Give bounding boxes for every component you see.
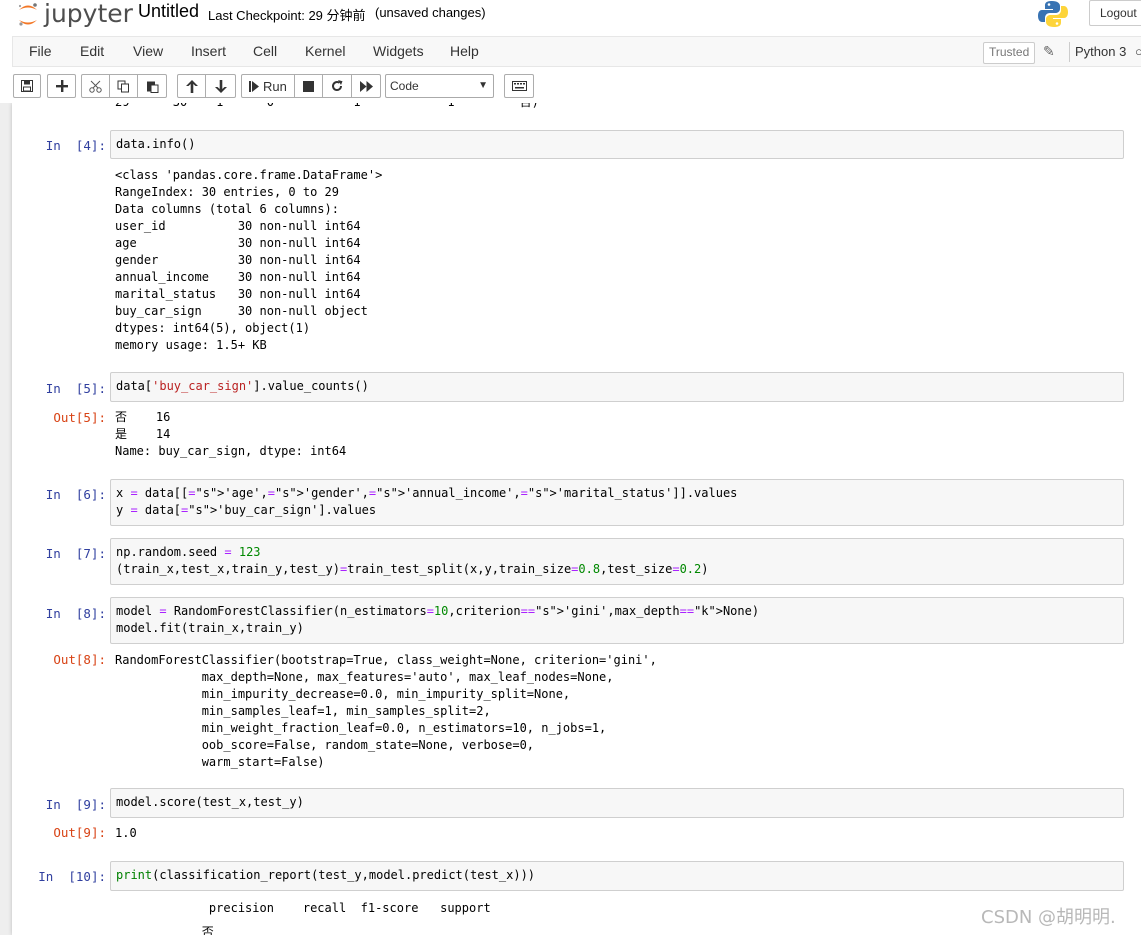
- menu-edit[interactable]: Edit: [80, 43, 104, 59]
- cell-9-in-prompt: In [9]:: [45, 797, 106, 812]
- menu-cell[interactable]: Cell: [253, 43, 277, 59]
- watermark: CSDN @胡明明.: [981, 907, 1116, 928]
- cell-8-out-prompt: Out[8]:: [53, 652, 106, 667]
- run-label: Run: [263, 78, 287, 94]
- restart-run-all-button[interactable]: [351, 74, 381, 98]
- move-up-button[interactable]: [177, 74, 206, 98]
- header: jupyter Untitled Last Checkpoint: 29 分钟前…: [0, 0, 1141, 36]
- copy-icon: [117, 80, 129, 92]
- arrow-down-icon: [214, 79, 227, 93]
- menu-file[interactable]: File: [29, 43, 52, 59]
- cell-5-code-a: data[: [116, 379, 153, 393]
- plus-icon: [55, 80, 68, 92]
- move-down-button[interactable]: [205, 74, 236, 98]
- menu-kernel[interactable]: Kernel: [305, 43, 345, 59]
- arrow-up-icon: [185, 79, 198, 93]
- cell-7-input[interactable]: np.random.seed = 123 (train_x,test_x,tra…: [110, 538, 1124, 585]
- notebook-name[interactable]: Untitled: [138, 1, 199, 22]
- cut-button[interactable]: [81, 74, 110, 98]
- cell-type-select[interactable]: Code ▼: [385, 74, 494, 98]
- cell-6-line-2: y = data[="s">'buy_car_sign'].values: [116, 503, 377, 517]
- chevron-down-icon: ▼: [478, 80, 488, 91]
- cell-4-code: data.info(): [116, 136, 195, 153]
- jupyter-logo-text: jupyter: [44, 0, 133, 28]
- menu-widgets[interactable]: Widgets: [373, 43, 424, 59]
- cell-7-line-1: np.random.seed = 123: [116, 545, 261, 559]
- autosave-status: (unsaved changes): [375, 5, 486, 20]
- keyboard-icon: [511, 81, 527, 91]
- step-forward-icon: [249, 80, 259, 92]
- cell-8-output: RandomForestClassifier(bootstrap=True, c…: [115, 653, 657, 769]
- save-button[interactable]: [13, 74, 41, 98]
- copy-button[interactable]: [109, 74, 138, 98]
- cell-10-output: precision recall f1-score support: [115, 901, 491, 915]
- cell-9-code: model.score(test_x,test_y): [116, 794, 304, 811]
- checkpoint-status: Last Checkpoint: 29 分钟前: [208, 8, 366, 23]
- notebook-page: 29 30 1 0 1 1 否) In [4]: data.info() <cl…: [12, 103, 1141, 935]
- kernel-name: Python 3: [1075, 44, 1127, 59]
- restart-icon: [332, 80, 343, 92]
- toolbar: Run Code ▼: [0, 69, 1141, 103]
- cell-8-line-2: model.fit(train_x,train_y): [116, 621, 304, 635]
- cell-4-output: <class 'pandas.core.frame.DataFrame'> Ra…: [115, 168, 383, 352]
- scissors-icon: [89, 80, 102, 93]
- menu-insert[interactable]: Insert: [191, 43, 226, 59]
- trusted-badge[interactable]: Trusted: [983, 42, 1036, 64]
- cell-5-code-string: 'buy_car_sign': [152, 379, 254, 393]
- cell-9-input[interactable]: model.score(test_x,test_y): [110, 788, 1124, 818]
- cell-5-code: data['buy_car_sign'].value_counts(): [116, 378, 369, 395]
- cell-6-line-1: x = data[[="s">'age',="s">'gender',="s">…: [116, 486, 738, 500]
- menu-view[interactable]: View: [133, 43, 163, 59]
- cell-8-code: model = RandomForestClassifier(n_estimat…: [116, 603, 759, 637]
- cell-10-code: print(classification_report(test_y,model…: [116, 867, 535, 884]
- cell-5-out-prompt: Out[5]:: [53, 410, 106, 425]
- cell-10-in-prompt: In [10]:: [38, 869, 106, 884]
- cell-7-line-2: (train_x,test_x,train_y,test_y)=train_te…: [116, 562, 709, 576]
- kernel-separator: [1069, 42, 1070, 62]
- truncated-output-line: 29 30 1 0 1 1 否): [115, 103, 539, 111]
- save-icon: [21, 80, 33, 92]
- cell-7-code: np.random.seed = 123 (train_x,test_x,tra…: [116, 544, 709, 578]
- cell-9-out-prompt: Out[9]:: [53, 825, 106, 840]
- python-logo-icon: [1038, 1, 1068, 27]
- edit-pencil-icon[interactable]: ✎: [1043, 43, 1055, 60]
- interrupt-button[interactable]: [294, 74, 323, 98]
- kernel-status-icon: ○: [1135, 44, 1141, 59]
- cell-8-in-prompt: In [8]:: [45, 606, 106, 621]
- stop-icon: [303, 80, 314, 92]
- cell-type-value: Code: [390, 79, 419, 93]
- command-palette-button[interactable]: [504, 74, 534, 98]
- cell-4-in-prompt: In [4]:: [45, 138, 106, 153]
- run-button[interactable]: Run: [241, 74, 295, 98]
- menubar: File Edit View Insert Cell Kernel Widget…: [0, 36, 1141, 70]
- cell-9-code-text: model.score(test_x,test_y): [116, 795, 304, 809]
- paste-button[interactable]: [137, 74, 167, 98]
- paste-icon: [146, 81, 158, 93]
- cell-10-input[interactable]: print(classification_report(test_y,model…: [110, 861, 1124, 891]
- cell-4-code-text: data.info(): [116, 137, 196, 151]
- cell-10-output-row: 否: [115, 925, 214, 935]
- insert-cell-button[interactable]: [47, 74, 76, 98]
- cell-5-output: 否 16 是 14 Name: buy_car_sign, dtype: int…: [115, 410, 347, 458]
- cell-6-input[interactable]: x = data[[="s">'age',="s">'gender',="s">…: [110, 479, 1124, 526]
- cell-8-input[interactable]: model = RandomForestClassifier(n_estimat…: [110, 597, 1124, 644]
- logout-button[interactable]: Logout: [1089, 0, 1141, 26]
- cell-10-code-text: print(classification_report(test_y,model…: [116, 868, 536, 882]
- cell-9-output: 1.0: [115, 826, 137, 840]
- cell-4-input[interactable]: data.info(): [110, 130, 1124, 159]
- menu-help[interactable]: Help: [450, 43, 479, 59]
- fast-forward-icon: [359, 80, 373, 92]
- cell-6-code: x = data[[="s">'age',="s">'gender',="s">…: [116, 485, 737, 519]
- notebook-container[interactable]: 29 30 1 0 1 1 否) In [4]: data.info() <cl…: [0, 103, 1141, 935]
- cell-5-code-b: ].value_counts(): [253, 379, 369, 393]
- restart-button[interactable]: [322, 74, 352, 98]
- jupyter-logo[interactable]: jupyter: [16, 0, 133, 30]
- cell-6-in-prompt: In [6]:: [45, 487, 106, 502]
- jupyter-logo-icon: [18, 3, 37, 26]
- cell-8-line-1: model = RandomForestClassifier(n_estimat…: [116, 604, 760, 618]
- cell-5-input[interactable]: data['buy_car_sign'].value_counts(): [110, 372, 1124, 402]
- cell-5-in-prompt: In [5]:: [45, 381, 106, 396]
- cell-7-in-prompt: In [7]:: [45, 546, 106, 561]
